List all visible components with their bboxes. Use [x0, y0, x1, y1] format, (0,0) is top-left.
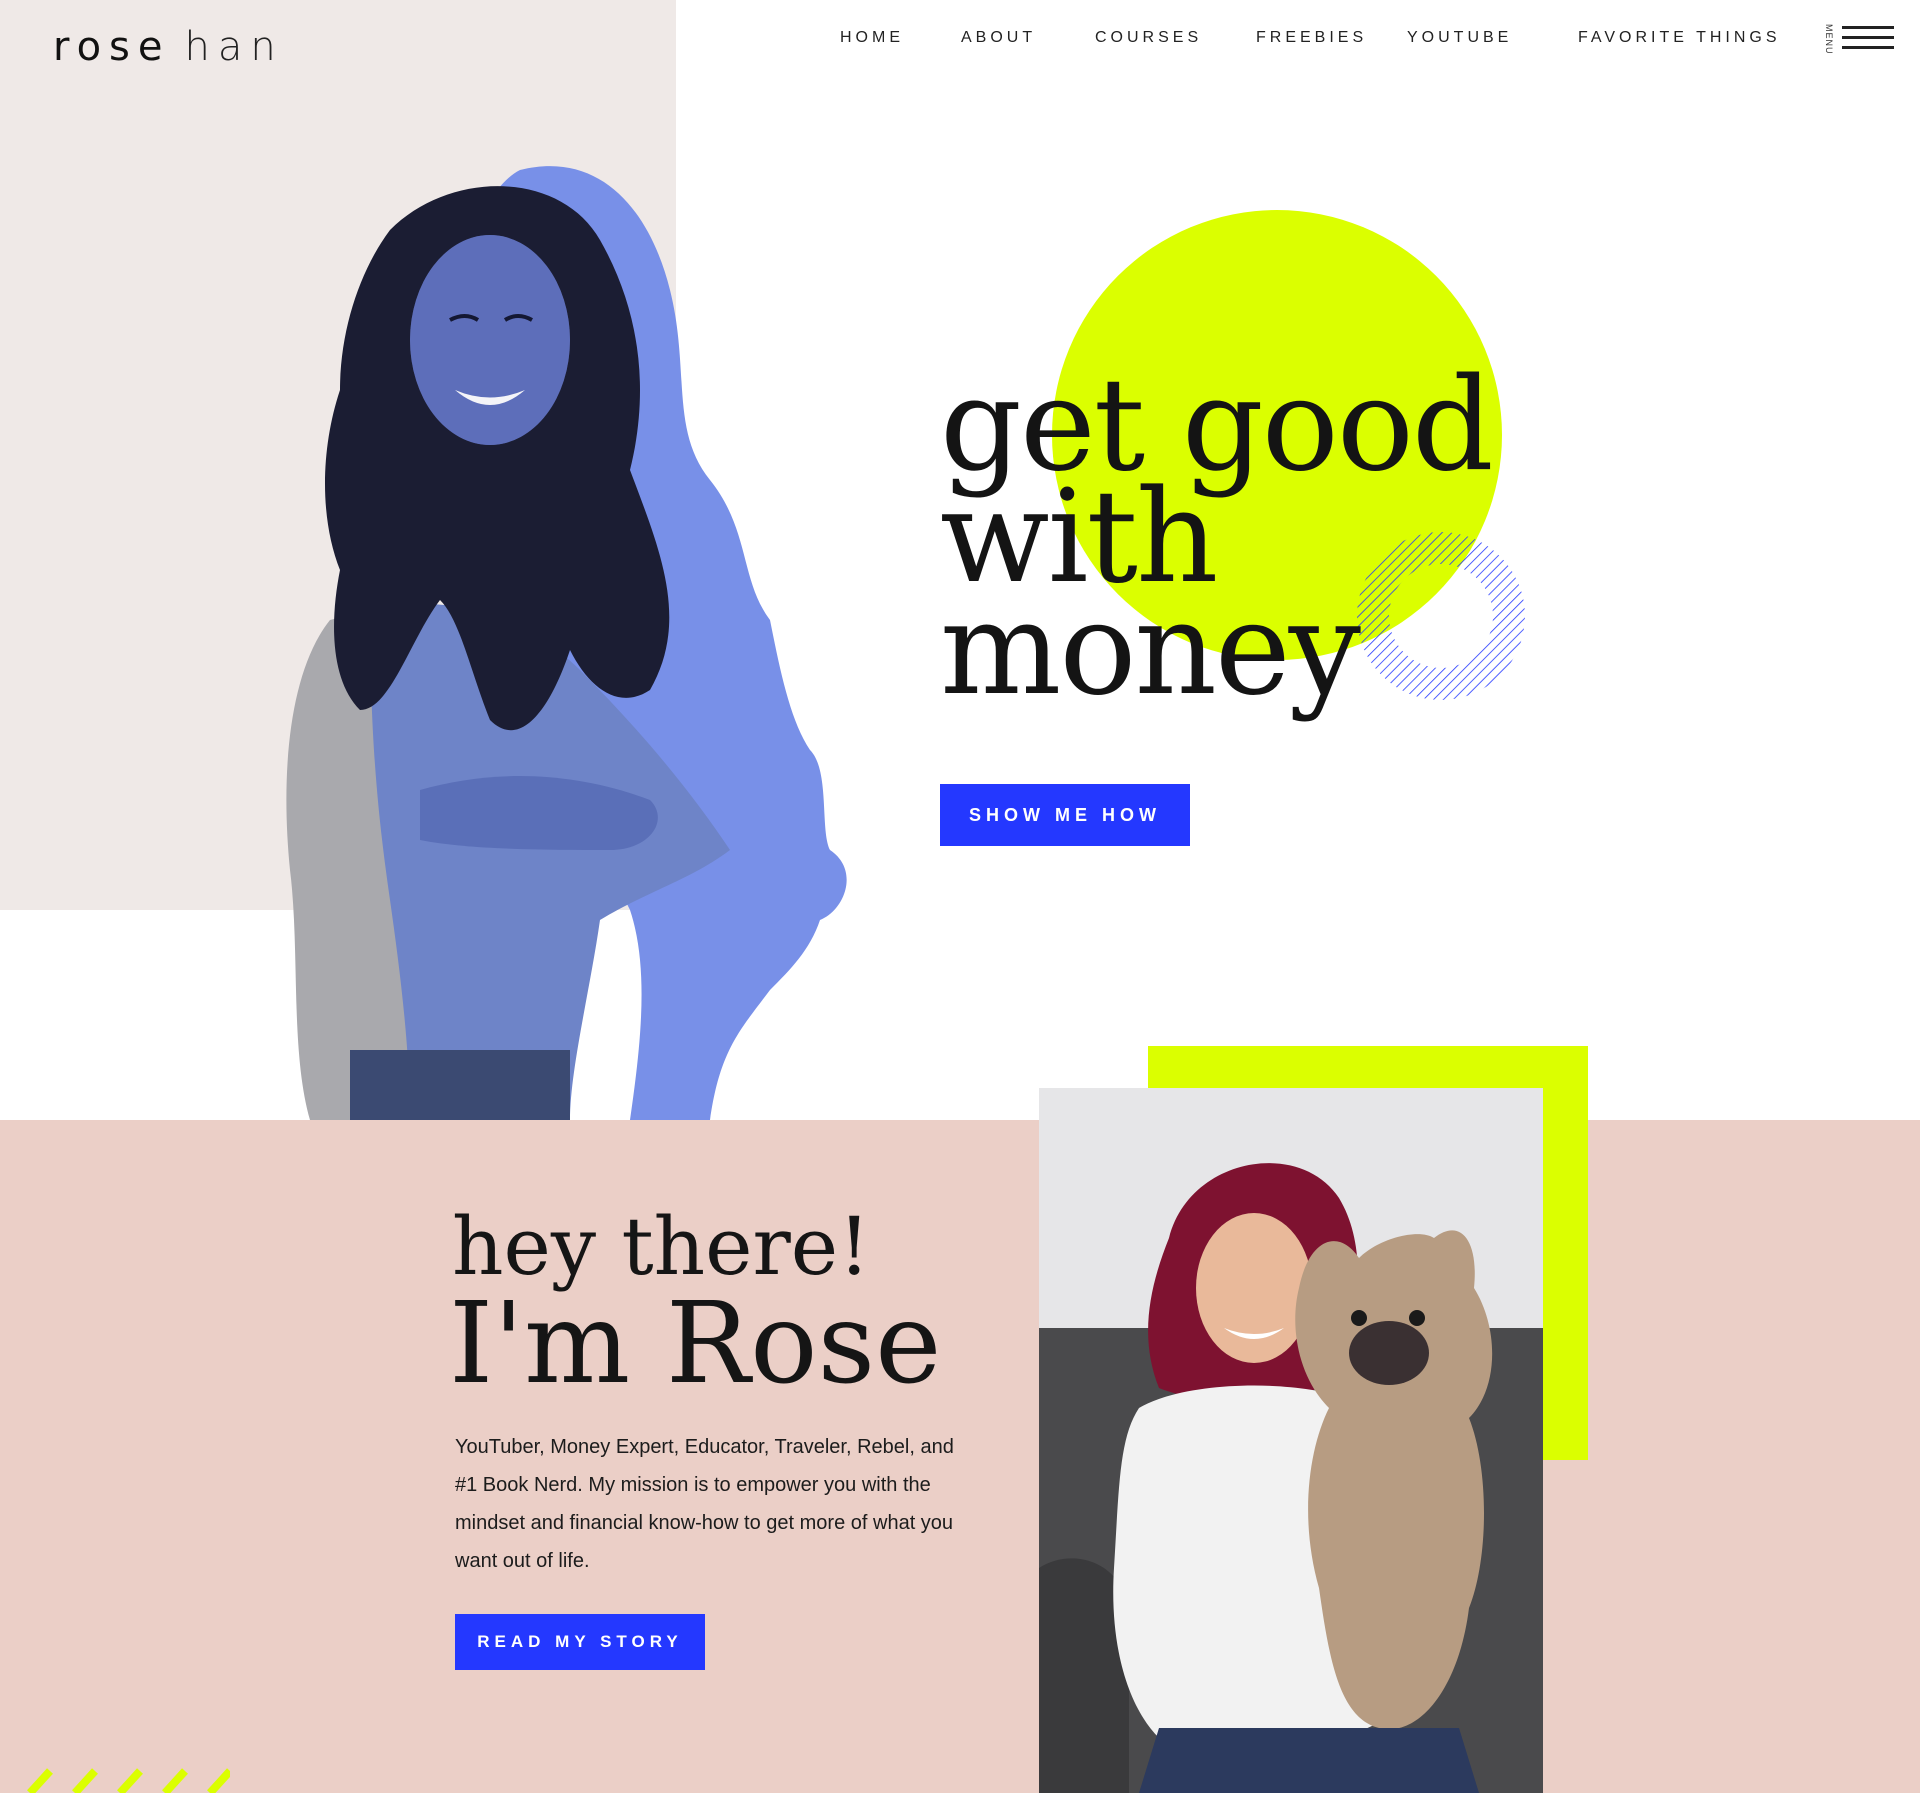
show-me-how-button[interactable]: SHOW ME HOW — [940, 784, 1190, 846]
about-section — [0, 1120, 1920, 1793]
bio-text: YouTuber, Money Expert, Educator, Travel… — [455, 1436, 954, 1572]
about-photo — [1039, 1088, 1543, 1793]
nav-favorite-things[interactable]: FAVORITE THINGS — [1578, 29, 1781, 47]
hero-portrait — [286, 166, 847, 1120]
nav-about[interactable]: ABOUT — [961, 29, 1036, 47]
hero-headline: get good with money — [940, 362, 1500, 724]
nav-home[interactable]: HOME — [840, 29, 904, 47]
hamburger-menu-icon[interactable] — [1842, 24, 1894, 52]
read-my-story-button[interactable]: READ MY STORY — [455, 1614, 705, 1670]
name-heading: I'm Rose — [449, 1279, 942, 1409]
headline-line-3: money — [940, 575, 1361, 724]
greeting-heading: hey there! — [452, 1200, 871, 1293]
logo-first-name: rose — [53, 24, 171, 70]
nav-youtube[interactable]: YOUTUBE — [1407, 29, 1512, 47]
site-logo[interactable]: rose han — [53, 24, 284, 70]
logo-last-name: han — [184, 24, 284, 70]
nav-courses[interactable]: COURSES — [1095, 29, 1202, 47]
nav-freebies[interactable]: FREEBIES — [1256, 29, 1367, 47]
menu-label: MENU — [1824, 24, 1834, 55]
lime-stripes-decor — [27, 1768, 230, 1793]
